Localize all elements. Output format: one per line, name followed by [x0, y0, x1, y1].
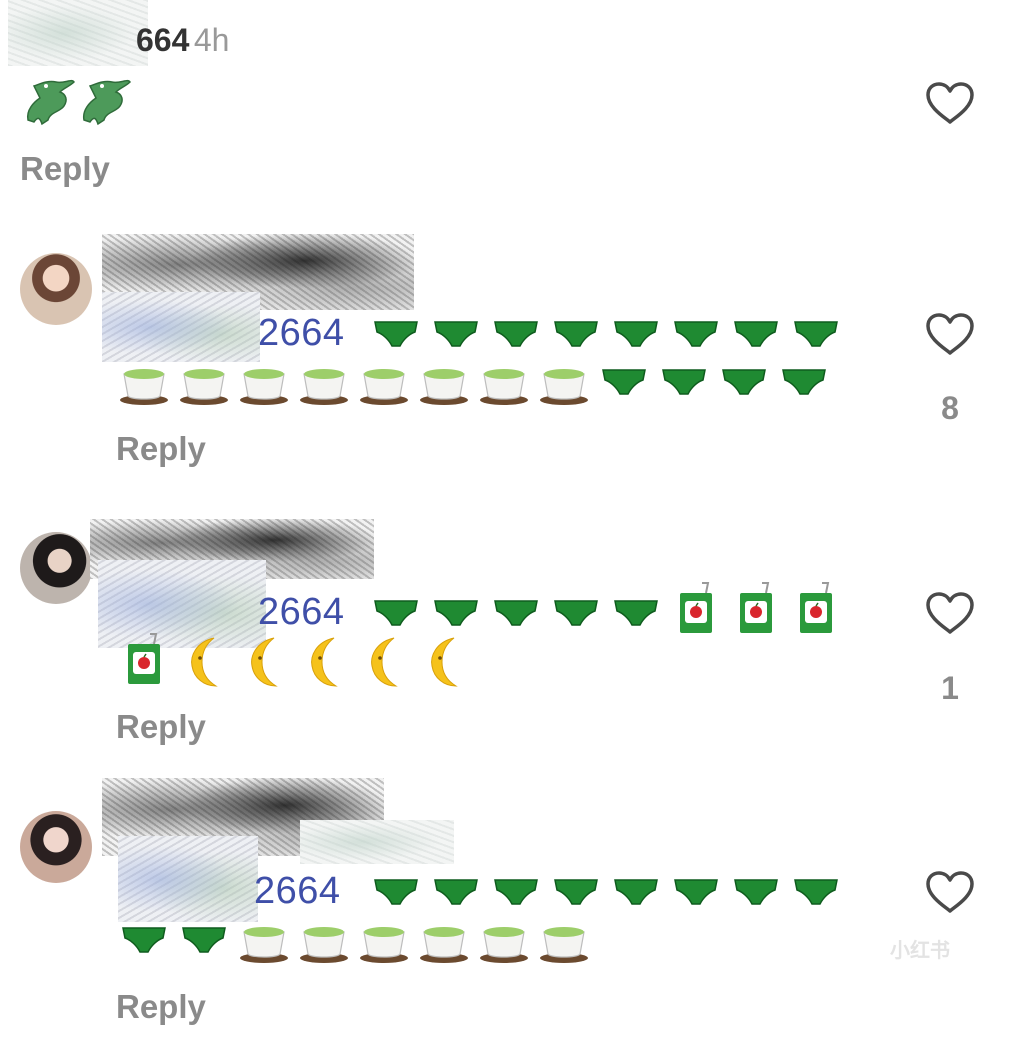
green-briefs-emoji-icon — [606, 868, 666, 916]
crescent-moon-face-emoji-icon — [294, 637, 354, 688]
green-briefs-emoji-icon — [366, 589, 426, 637]
green-briefs-emoji-icon — [606, 589, 666, 637]
green-briefs-emoji-icon — [114, 916, 174, 964]
crocodile-emoji-icon — [76, 72, 132, 128]
green-tea-cup-emoji-icon — [474, 916, 534, 964]
heart-icon[interactable] — [924, 590, 976, 636]
green-briefs-emoji-icon — [726, 868, 786, 916]
avatar[interactable] — [20, 253, 92, 325]
green-tea-cup-emoji-icon — [294, 358, 354, 406]
green-briefs-emoji-icon — [654, 358, 714, 406]
green-briefs-emoji-icon — [786, 868, 846, 916]
redacted-text — [118, 836, 258, 922]
mention-link[interactable]: 2664 — [254, 870, 341, 913]
emoji-line-2 — [114, 633, 474, 688]
heart-icon[interactable] — [924, 869, 976, 915]
heart-icon[interactable] — [924, 311, 976, 357]
apple-juice-box-emoji-icon — [726, 582, 786, 637]
green-tea-cup-emoji-icon — [294, 916, 354, 964]
green-briefs-emoji-icon — [666, 868, 726, 916]
apple-juice-box-emoji-icon — [786, 582, 846, 637]
comment-header: 664 4h — [136, 22, 229, 59]
green-briefs-emoji-icon — [486, 589, 546, 637]
green-briefs-emoji-icon — [426, 310, 486, 358]
apple-juice-box-emoji-icon — [114, 633, 174, 688]
green-briefs-emoji-icon — [726, 310, 786, 358]
reply-button[interactable]: Reply — [20, 150, 110, 188]
green-briefs-emoji-icon — [366, 310, 426, 358]
reply-button[interactable]: Reply — [116, 988, 206, 1026]
avatar[interactable] — [20, 811, 92, 883]
mention-link[interactable]: 2664 — [258, 312, 345, 355]
green-tea-cup-emoji-icon — [234, 916, 294, 964]
emoji-line-1 — [366, 582, 846, 637]
timestamp: 4h — [193, 22, 230, 58]
green-briefs-emoji-icon — [786, 310, 846, 358]
green-tea-cup-emoji-icon — [354, 358, 414, 406]
green-briefs-emoji-icon — [366, 868, 426, 916]
reply-button[interactable]: Reply — [116, 430, 206, 468]
green-briefs-emoji-icon — [426, 868, 486, 916]
crocodile-emoji-icon — [20, 72, 76, 128]
green-tea-cup-emoji-icon — [474, 358, 534, 406]
like-count: 1 — [941, 670, 959, 706]
crescent-moon-face-emoji-icon — [234, 637, 294, 688]
like-count: 8 — [941, 390, 959, 426]
crescent-moon-face-emoji-icon — [354, 637, 414, 688]
watermark-logo: 小红书 — [890, 940, 950, 962]
crescent-moon-face-emoji-icon — [414, 637, 474, 688]
green-briefs-emoji-icon — [714, 358, 774, 406]
green-tea-cup-emoji-icon — [534, 916, 594, 964]
green-briefs-emoji-icon — [426, 589, 486, 637]
green-tea-cup-emoji-icon — [414, 358, 474, 406]
avatar[interactable] — [20, 532, 92, 604]
green-tea-cup-emoji-icon — [174, 358, 234, 406]
green-briefs-emoji-icon — [774, 358, 834, 406]
redacted-text — [102, 292, 260, 362]
emoji-line-2 — [114, 916, 594, 964]
comment-body — [20, 72, 132, 128]
green-briefs-emoji-icon — [546, 868, 606, 916]
green-briefs-emoji-icon — [606, 310, 666, 358]
green-tea-cup-emoji-icon — [234, 358, 294, 406]
heart-icon[interactable] — [924, 80, 976, 126]
redacted-username — [8, 0, 148, 66]
green-briefs-emoji-icon — [546, 310, 606, 358]
green-briefs-emoji-icon — [174, 916, 234, 964]
reply-button[interactable]: Reply — [116, 708, 206, 746]
green-tea-cup-emoji-icon — [114, 358, 174, 406]
mention-link[interactable]: 2664 — [258, 591, 345, 634]
green-tea-cup-emoji-icon — [354, 916, 414, 964]
green-briefs-emoji-icon — [486, 310, 546, 358]
green-briefs-emoji-icon — [666, 310, 726, 358]
emoji-line-2 — [114, 358, 834, 406]
crescent-moon-face-emoji-icon — [174, 637, 234, 688]
green-tea-cup-emoji-icon — [414, 916, 474, 964]
emoji-line-1 — [366, 310, 846, 358]
green-briefs-emoji-icon — [594, 358, 654, 406]
emoji-line-1 — [366, 868, 846, 916]
username[interactable]: 664 — [136, 22, 189, 58]
green-tea-cup-emoji-icon — [534, 358, 594, 406]
green-briefs-emoji-icon — [546, 589, 606, 637]
redacted-username — [300, 820, 454, 864]
green-briefs-emoji-icon — [486, 868, 546, 916]
apple-juice-box-emoji-icon — [666, 582, 726, 637]
